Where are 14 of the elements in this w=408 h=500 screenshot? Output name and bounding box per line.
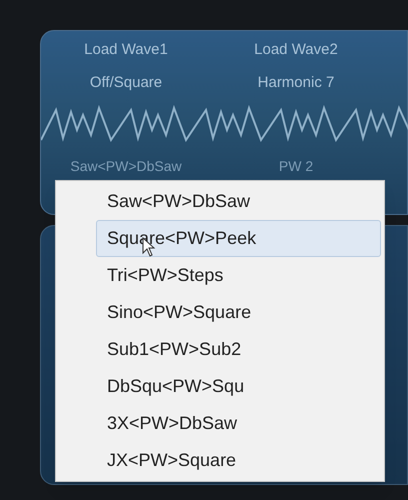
menu-item[interactable]: Sub1<PW>Sub2 bbox=[96, 331, 381, 368]
menu-item[interactable]: Saw<PW>DbSaw bbox=[96, 183, 381, 220]
menu-item[interactable]: Sino<PW>Square bbox=[96, 294, 381, 331]
menu-item[interactable]: 3X<PW>DbSaw bbox=[96, 405, 381, 442]
menu-item[interactable]: Square<PW>Peek bbox=[96, 220, 381, 257]
menu-item[interactable]: DbSqu<PW>Squ bbox=[96, 368, 381, 405]
wave-label: Load Wave1 bbox=[84, 40, 168, 60]
pulse-width-label: PW 2 bbox=[278, 157, 314, 176]
menu-item[interactable]: Tri<PW>Steps bbox=[96, 257, 381, 294]
wave-label: Load Wave2 bbox=[254, 40, 338, 60]
wave-value: Harmonic 7 bbox=[258, 72, 334, 92]
pulse-width-label: Saw<PW>DbSaw bbox=[69, 157, 183, 176]
menu-item[interactable]: JX<PW>Square bbox=[96, 442, 381, 479]
wave-value: Off/Square bbox=[90, 72, 162, 92]
